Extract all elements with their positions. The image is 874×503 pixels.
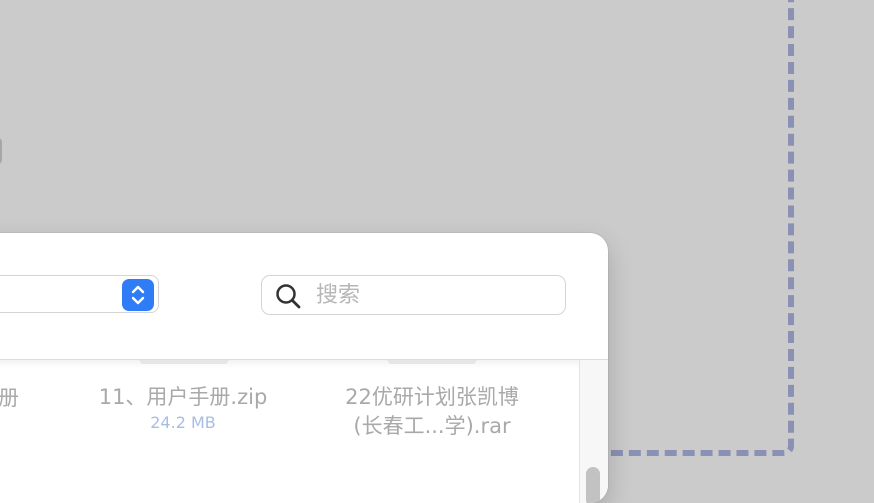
vertical-scrollbar[interactable]: [579, 360, 608, 503]
file-item[interactable]: 22优研计划张凯博 (长春工...学).rar: [308, 383, 556, 441]
up-down-chevron-icon: [131, 285, 145, 305]
file-name: 22优研计划张凯博: [345, 385, 519, 409]
file-picker-panel: 册 11、用户手册.zip 24.2 MB 22优研计划张凯博 (长春工...学…: [0, 233, 608, 503]
file-thumbnail-edge: [388, 360, 476, 364]
file-picker-toolbar: [0, 233, 608, 360]
grid-top-shadow: [0, 360, 579, 368]
file-size: 24.2 MB: [150, 413, 216, 432]
search-icon: [276, 284, 301, 309]
file-grid: 册 11、用户手册.zip 24.2 MB 22优研计划张凯博 (长春工...学…: [0, 360, 579, 503]
scrollbar-thumb[interactable]: [586, 467, 600, 503]
partial-control-edge: [0, 138, 2, 164]
search-field[interactable]: [261, 275, 566, 315]
partial-file-label: 册: [0, 386, 19, 410]
file-name: 11、用户手册.zip: [98, 385, 268, 409]
location-select[interactable]: [0, 275, 159, 313]
file-thumbnail-edge: [140, 360, 228, 364]
location-select-stepper[interactable]: [122, 279, 154, 311]
file-name: (长春工...学).rar: [353, 414, 511, 438]
file-item[interactable]: 11、用户手册.zip 24.2 MB: [78, 383, 288, 434]
search-input[interactable]: [316, 276, 555, 314]
